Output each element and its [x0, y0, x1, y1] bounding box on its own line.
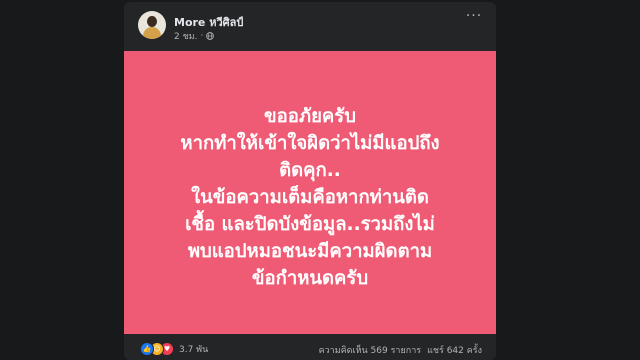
- image-text-line: พบแอปหมอชนะมีความผิดตาม: [187, 241, 433, 262]
- reaction-count: 3.7 พัน: [179, 345, 209, 355]
- image-text-line: ติดคุก..: [279, 160, 341, 181]
- more-options-icon[interactable]: ···: [464, 9, 484, 25]
- meta-separator: ·: [200, 31, 204, 41]
- image-text-line: ในข้อความเต็มคือหากท่านติด: [191, 187, 429, 208]
- post-card: More หวีศิลป์ 2 ชม. · ··· ขออภัยครับ หาก…: [124, 2, 496, 360]
- image-text-line: หากทำให้เข้าใจผิดว่าไม่มีแอปถึง: [180, 133, 440, 154]
- engagement-stats: ความคิดเห็น 569 รายการ แชร์ 642 ครั้ง: [319, 343, 482, 357]
- image-text-line: ขออภัยครับ: [264, 106, 356, 127]
- reactions-summary[interactable]: 👍 ☺ ♥ 3.7 พัน: [140, 342, 208, 356]
- image-text-line: เชื้อ และปิดบังข้อมูล..รวมถึงไม่: [185, 214, 435, 235]
- avatar-body: [143, 27, 161, 39]
- post-header: More หวีศิลป์ 2 ชม. · ···: [124, 2, 496, 50]
- avatar[interactable]: [138, 11, 166, 39]
- share-count[interactable]: แชร์ 642 ครั้ง: [427, 343, 482, 357]
- post-image[interactable]: ขออภัยครับ หากทำให้เข้าใจผิดว่าไม่มีแอปถ…: [124, 51, 496, 334]
- comment-count[interactable]: ความคิดเห็น 569 รายการ: [319, 343, 422, 357]
- post-time[interactable]: 2 ชม.: [174, 29, 198, 43]
- image-text-line: ข้อกำหนดครับ: [251, 268, 369, 289]
- post-meta: 2 ชม. ·: [174, 29, 215, 43]
- like-icon: 👍: [140, 342, 154, 356]
- post-image-text: ขออภัยครับ หากทำให้เข้าใจผิดว่าไม่มีแอปถ…: [140, 103, 480, 292]
- facebook-feed: More หวีศิลป์ 2 ชม. · ··· ขออภัยครับ หาก…: [0, 0, 640, 360]
- post-footer: 👍 ☺ ♥ 3.7 พัน ความคิดเห็น 569 รายการ แชร…: [124, 334, 496, 360]
- avatar-head: [147, 16, 157, 27]
- globe-icon: [206, 32, 215, 40]
